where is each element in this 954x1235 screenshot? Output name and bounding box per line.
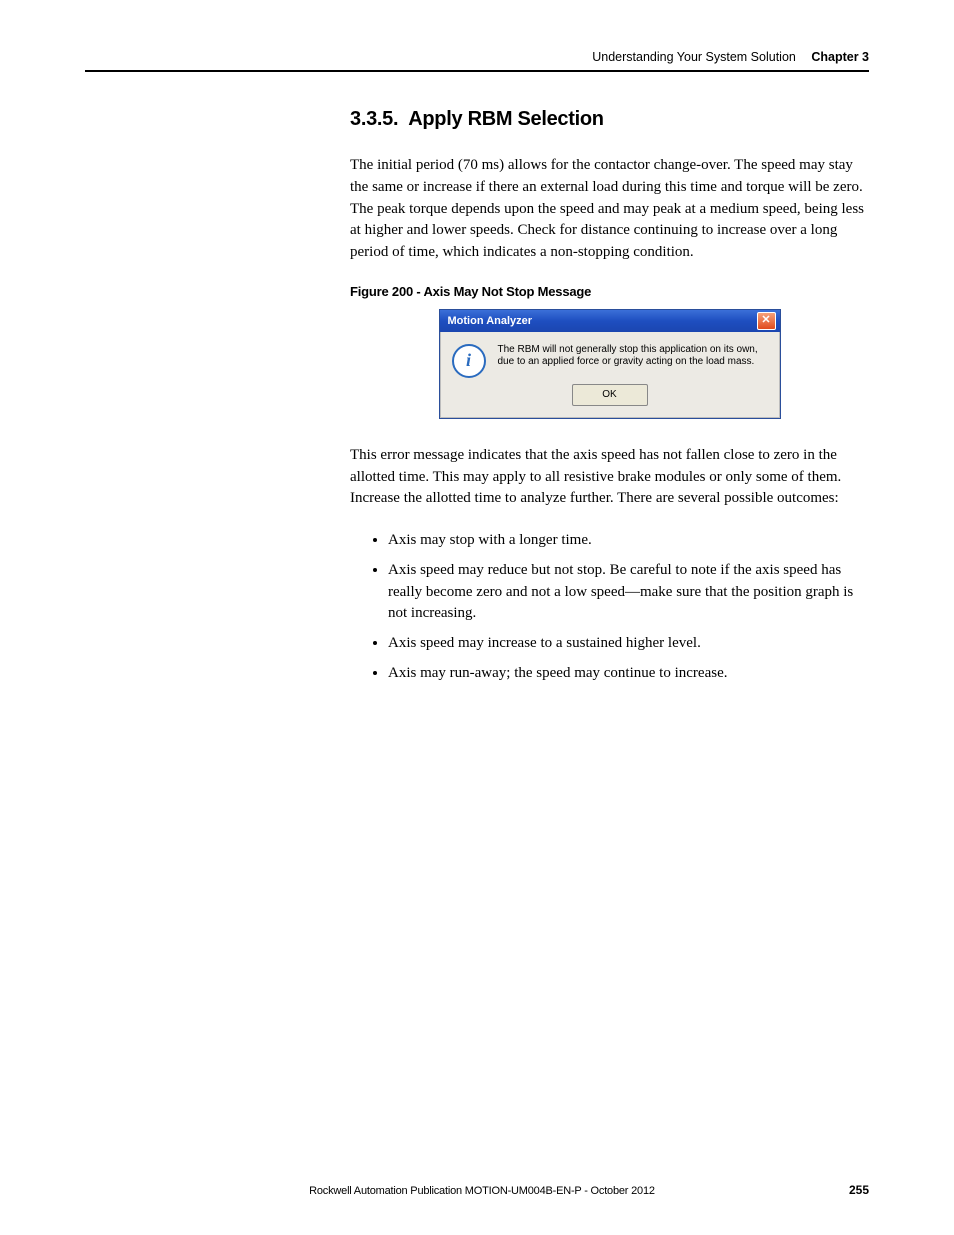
figure-caption: Figure 200 - Axis May Not Stop Message (350, 284, 869, 299)
page-footer: Rockwell Automation Publication MOTION-U… (85, 1183, 869, 1197)
section-number: 3.3.5. (350, 108, 398, 130)
list-item: Axis speed may increase to a sustained h… (388, 633, 869, 655)
figure-dialog-wrap: Motion Analyzer ✕ i The RBM will not gen… (350, 309, 869, 419)
ok-button-label: OK (602, 389, 616, 400)
list-item: Axis speed may reduce but not stop. Be c… (388, 560, 869, 625)
paragraph-1: The initial period (70 ms) allows for th… (350, 155, 869, 264)
dialog-title: Motion Analyzer (448, 315, 533, 327)
header-chapter: Chapter 3 (811, 50, 869, 64)
page-header: Understanding Your System Solution Chapt… (85, 50, 869, 72)
info-icon: i (452, 344, 486, 378)
close-icon[interactable]: ✕ (757, 312, 776, 330)
dialog-titlebar: Motion Analyzer ✕ (440, 310, 780, 332)
list-item: Axis may run-away; the speed may continu… (388, 663, 869, 685)
dialog-message-line1: The RBM will not generally stop this app… (498, 344, 758, 357)
dialog-message-line2: due to an applied force or gravity actin… (498, 356, 758, 369)
close-glyph: ✕ (761, 315, 770, 326)
section-heading: 3.3.5. Apply RBM Selection (350, 108, 869, 131)
info-glyph: i (466, 350, 471, 371)
dialog-window: Motion Analyzer ✕ i The RBM will not gen… (439, 309, 781, 419)
list-item: Axis may stop with a longer time. (388, 530, 869, 552)
section-title: Apply RBM Selection (408, 108, 603, 130)
footer-publication: Rockwell Automation Publication MOTION-U… (115, 1185, 849, 1197)
header-doc-title: Understanding Your System Solution (592, 50, 796, 64)
main-content: 3.3.5. Apply RBM Selection The initial pe… (350, 108, 869, 705)
outcome-list: Axis may stop with a longer time. Axis s… (350, 530, 869, 685)
paragraph-2: This error message indicates that the ax… (350, 445, 869, 510)
footer-page-number: 255 (849, 1183, 869, 1197)
ok-button[interactable]: OK (572, 384, 648, 406)
dialog-footer: OK (440, 384, 780, 418)
dialog-body: i The RBM will not generally stop this a… (440, 332, 780, 384)
dialog-message: The RBM will not generally stop this app… (498, 344, 758, 369)
